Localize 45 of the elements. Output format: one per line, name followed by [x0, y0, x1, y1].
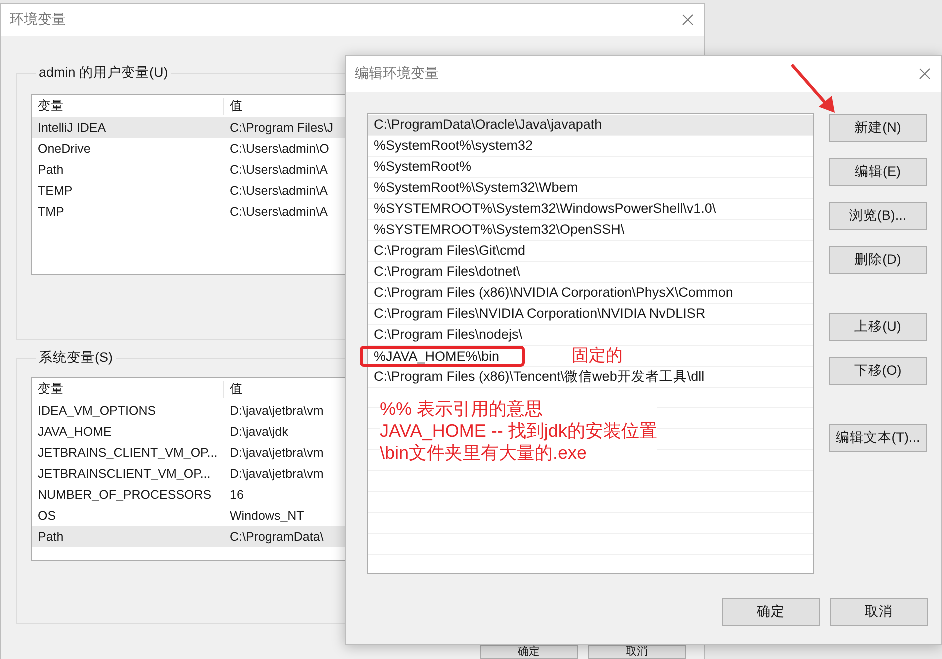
variable-name: JETBRAINSCLIENT_VM_OP... [37, 466, 212, 480]
path-text: %SystemRoot% [374, 158, 472, 176]
variable-value: D:\java\jdk [229, 424, 288, 438]
path-text: C:\Program Files (x86)\Tencent\微信web开发者工具\dll [374, 368, 705, 386]
variable-name: TMP [37, 204, 66, 218]
variable-value: D:\java\jetbra\vm [229, 446, 324, 460]
annotation-text: JAVA_HOME -- 找到jdk的安装位置 [380, 420, 658, 442]
annotation-text: 固定的 [572, 345, 623, 367]
variable-value: D:\java\jetbra\vm [229, 466, 324, 480]
path-text: %SYSTEMROOT%\System32\WindowsPowerShell\v1.0\ [374, 200, 716, 218]
variable-value: C:\Users\admin\O [229, 142, 330, 156]
variable-name: Path [37, 162, 65, 176]
path-text: C:\Program Files\dotnet\ [374, 263, 520, 281]
variable-name: IDEA_VM_OPTIONS [37, 404, 158, 418]
variable-name: OneDrive [37, 142, 92, 156]
variable-value: Windows_NT [229, 508, 304, 522]
variable-value: D:\java\jetbra\vm [229, 404, 324, 418]
path-text: C:\ProgramData\Oracle\Java\javapath [374, 116, 602, 134]
path-text: %SystemRoot%\system32 [374, 137, 534, 155]
variable-value: C:\Users\admin\A [229, 162, 328, 176]
path-text: C:\Program Files\nodejs\ [374, 326, 523, 344]
group-label: admin 的用户变量(U) [38, 65, 170, 81]
path-text: C:\Program Files\NVIDIA Corporation\NVIDIA NvDLISR [374, 305, 706, 323]
path-text: C:\Program Files (x86)\NVIDIA Corporation\PhysX\Common [374, 284, 734, 302]
variable-value: C:\ProgramData\ [229, 530, 324, 544]
path-text: %JAVA_HOME%\bin [360, 346, 525, 366]
annotation-text: \bin文件夹里有大量的.exe [380, 442, 588, 464]
variable-name: NUMBER_OF_PROCESSORS [37, 488, 213, 502]
window-title: 环境变量 [10, 11, 66, 29]
variable-value: 16 [229, 488, 244, 502]
path-text: C:\Program Files\Git\cmd [374, 242, 526, 260]
variable-name: Path [37, 530, 65, 544]
variable-value: C:\Program Files\J [229, 120, 334, 134]
variable-name: TEMP [37, 184, 74, 198]
window-title: 编辑环境变量 [355, 65, 439, 83]
path-text: %SYSTEMROOT%\System32\OpenSSH\ [374, 221, 625, 239]
variable-name: IntelliJ IDEA [37, 120, 108, 134]
annotation-text: %% 表示引用的意思 [380, 398, 544, 420]
variable-value: C:\Users\admin\A [229, 184, 328, 198]
variable-name: JETBRAINS_CLIENT_VM_OP... [37, 446, 219, 460]
variable-value: C:\Users\admin\A [229, 204, 328, 218]
group-label: 系统变量(S) [38, 350, 114, 366]
variable-name: JAVA_HOME [37, 424, 113, 438]
variable-name: OS [37, 508, 58, 522]
path-text: %SystemRoot%\System32\Wbem [374, 179, 578, 197]
